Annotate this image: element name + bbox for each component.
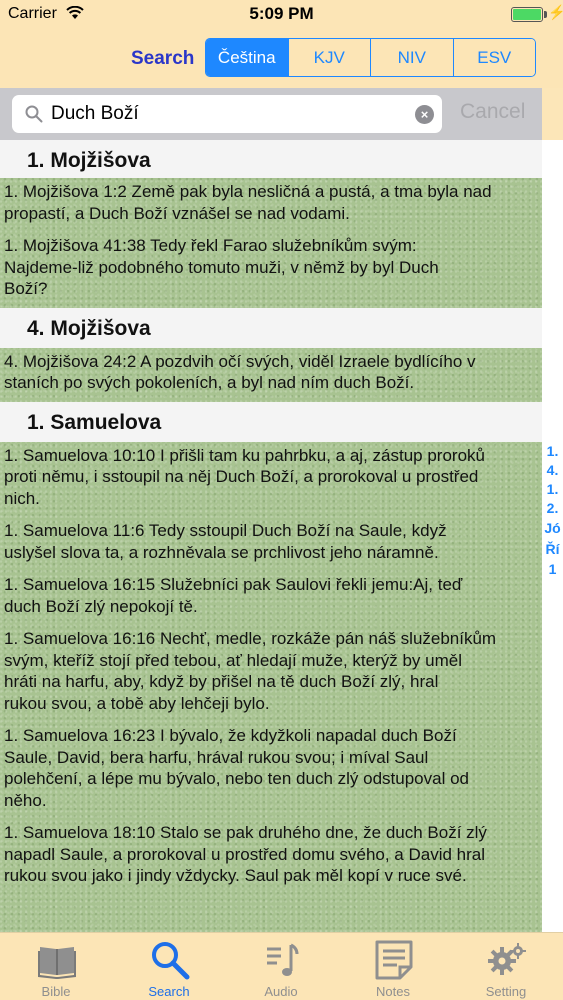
- verse-result[interactable]: 4. Mojžišova 24:2 A pozdvih očí svých, v…: [0, 348, 543, 402]
- verse-result[interactable]: 1. Samuelova 11:6 Tedy sstoupil Duch Bož…: [0, 517, 543, 571]
- verse-result[interactable]: 1. Samuelova 18:10 Stalo se pak druhého …: [0, 819, 543, 895]
- nav-bar: Search Čeština KJV NIV ESV: [0, 28, 563, 88]
- section-header: 1. Mojžišova: [0, 140, 543, 178]
- translation-esv[interactable]: ESV: [452, 39, 535, 76]
- index-item[interactable]: 4.: [542, 462, 563, 478]
- page-title: Search: [131, 48, 195, 69]
- index-item[interactable]: Ří: [542, 541, 563, 557]
- search-bar: Duch Boží × Cancel: [0, 88, 542, 140]
- notes-icon: [375, 940, 413, 980]
- status-bar: Carrier 5:09 PM ⚡: [0, 0, 563, 28]
- translation-niv[interactable]: NIV: [370, 39, 453, 76]
- section-index[interactable]: 1. 4. 1. 2. Jó Ří 1: [542, 140, 563, 932]
- verse-result[interactable]: 1. Mojžišova 1:2 Země pak byla nesličná …: [0, 178, 543, 232]
- magnifier-icon: [152, 942, 190, 980]
- tab-setting[interactable]: Setting: [461, 933, 551, 1000]
- tab-bible[interactable]: Bible: [11, 933, 101, 1000]
- battery-tip: [544, 11, 547, 18]
- verse-result[interactable]: 1. Mojžišova 41:38 Tedy řekl Farao služe…: [0, 232, 543, 308]
- translation-selector: Čeština KJV NIV ESV: [205, 38, 536, 77]
- tab-label: Search: [148, 984, 190, 999]
- index-item[interactable]: 1.: [542, 443, 563, 459]
- results-list: 1. Mojžišova 1. Mojžišova 1:2 Země pak b…: [0, 140, 543, 932]
- cancel-button[interactable]: Cancel: [460, 100, 525, 124]
- clock: 5:09 PM: [249, 4, 314, 23]
- translation-cestina[interactable]: Čeština: [206, 39, 288, 76]
- book-icon: [38, 947, 76, 979]
- verse-result[interactable]: 1. Samuelova 16:15 Služebníci pak Saulov…: [0, 571, 543, 625]
- index-item[interactable]: 1.: [542, 481, 563, 497]
- section-header: 1. Samuelova: [0, 401, 543, 442]
- tab-search[interactable]: Search: [124, 933, 214, 1000]
- search-icon: [25, 105, 43, 123]
- music-note-icon: [267, 943, 299, 976]
- charging-bolt-icon: ⚡: [548, 4, 563, 20]
- tab-bar: Bible Search Audio Notes Setting: [0, 932, 563, 1000]
- verse-result[interactable]: 1. Samuelova 10:10 I přišli tam ku pahrb…: [0, 442, 543, 518]
- search-input[interactable]: Duch Boží ×: [12, 95, 442, 133]
- tab-label: Notes: [376, 984, 410, 999]
- index-item[interactable]: 2.: [542, 500, 563, 516]
- tab-label: Bible: [41, 984, 71, 999]
- gear-icon: [488, 943, 526, 975]
- verse-result[interactable]: 1. Samuelova 16:23 I bývalo, že kdyžkoli…: [0, 722, 543, 819]
- index-item[interactable]: 1: [542, 561, 563, 577]
- clear-search-icon[interactable]: ×: [415, 105, 434, 124]
- verse-result[interactable]: 1. Samuelova 16:16 Nechť, medle, rozkáže…: [0, 625, 543, 722]
- search-query[interactable]: Duch Boží: [51, 103, 139, 125]
- battery-icon: [511, 7, 543, 22]
- index-item[interactable]: Jó: [542, 520, 563, 536]
- section-header: 4. Mojžišova: [0, 307, 543, 348]
- tab-label: Setting: [485, 984, 527, 999]
- translation-kjv[interactable]: KJV: [287, 39, 370, 76]
- tab-notes[interactable]: Notes: [348, 933, 438, 1000]
- tab-audio[interactable]: Audio: [236, 933, 326, 1000]
- tab-label: Audio: [264, 984, 298, 999]
